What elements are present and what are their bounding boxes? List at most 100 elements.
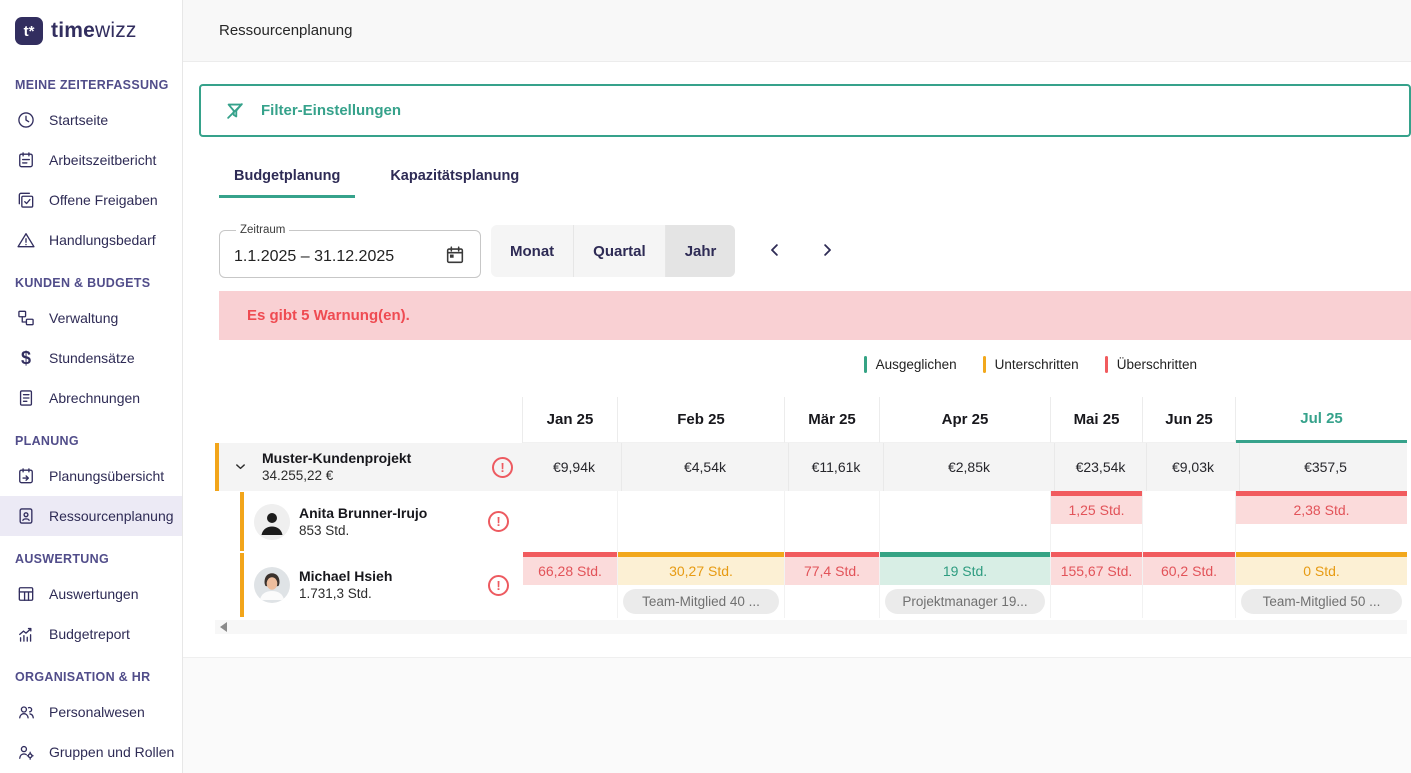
sidebar-item-ressourcenplanung[interactable]: Ressourcenplanung	[0, 496, 182, 536]
person-warning-icon[interactable]: !	[488, 575, 509, 596]
plan-cell	[785, 491, 880, 552]
project-warning-icon[interactable]: !	[492, 457, 513, 478]
section-label-auswertung: AUSWERTUNG	[0, 536, 182, 574]
tab-budgetplanung[interactable]: Budgetplanung	[219, 158, 355, 198]
sidebar: t* timewizz MEINE ZEITERFASSUNG Startsei…	[0, 0, 183, 773]
filter-settings-toggle[interactable]: Filter-Einstellungen	[199, 84, 1411, 137]
plan-cell	[523, 491, 618, 552]
sidebar-item-planungsuebersicht[interactable]: Planungsübersicht	[0, 456, 182, 496]
chevron-left-icon	[766, 241, 784, 259]
project-month-value[interactable]: €2,85k	[884, 443, 1055, 491]
date-range-field[interactable]: Zeitraum	[219, 224, 481, 278]
invoice-icon	[15, 387, 37, 409]
plan-band[interactable]: 2,38 Std.	[1236, 491, 1407, 524]
planning-table: Jan 25 Feb 25 Mär 25 Apr 25 Mai 25 Jun 2…	[215, 397, 1407, 634]
people-icon	[15, 701, 37, 723]
sidebar-item-startseite[interactable]: Startseite	[0, 100, 182, 140]
chevron-right-icon	[818, 241, 836, 259]
plan-band[interactable]: 77,4 Std.	[785, 552, 879, 585]
dollar-icon: $	[15, 347, 37, 369]
plan-band[interactable]: 30,27 Std.	[618, 552, 784, 585]
month-header-row: Jan 25 Feb 25 Mär 25 Apr 25 Mai 25 Jun 2…	[215, 397, 1407, 443]
project-info-cell: Muster-Kundenprojekt 34.255,22 € !	[219, 443, 527, 491]
info-column-header	[215, 397, 523, 443]
avatar-anita	[254, 504, 290, 540]
horizontal-scrollbar[interactable]	[215, 620, 1407, 634]
section-label-kunden-budgets: KUNDEN & BUDGETS	[0, 260, 182, 298]
topbar: Ressourcenplanung	[183, 0, 1411, 62]
sidebar-item-arbeitszeitbericht[interactable]: Arbeitszeitbericht	[0, 140, 182, 180]
period-button-quartal[interactable]: Quartal	[574, 225, 666, 277]
project-month-value[interactable]: €9,94k	[527, 443, 622, 491]
project-month-value[interactable]: €357,5	[1240, 443, 1411, 491]
sidebar-item-offene-freigaben[interactable]: Offene Freigaben	[0, 180, 182, 220]
section-label-zeiterfassung: MEINE ZEITERFASSUNG	[0, 62, 182, 100]
status-legend: Ausgeglichen Unterschritten Überschritte…	[183, 353, 1197, 375]
sidebar-item-auswertungen[interactable]: Auswertungen	[0, 574, 182, 614]
app-logo: t* timewizz	[0, 0, 182, 62]
plan-band[interactable]: 19 Std.	[880, 552, 1050, 585]
warning-banner-text: Es gibt 5 Warnung(en).	[247, 307, 410, 324]
sidebar-item-gruppen-und-rollen[interactable]: Gruppen und Rollen	[0, 732, 182, 772]
avatar-michael	[254, 567, 290, 603]
project-month-value[interactable]: €4,54k	[622, 443, 789, 491]
person-warning-icon[interactable]: !	[488, 511, 509, 532]
next-period-button[interactable]	[815, 239, 839, 263]
sidebar-item-verwaltung[interactable]: Verwaltung	[0, 298, 182, 338]
legend-item-ueberschritten: Überschritten	[1105, 356, 1197, 373]
scroll-left-icon[interactable]	[220, 622, 227, 632]
legend-item-unterschritten: Unterschritten	[983, 356, 1079, 373]
previous-period-button[interactable]	[763, 239, 787, 263]
report-icon	[15, 149, 37, 171]
plan-band[interactable]: 155,67 Std.	[1051, 552, 1142, 585]
plan-band[interactable]: 66,28 Std.	[523, 552, 617, 585]
page-title: Ressourcenplanung	[219, 22, 352, 39]
plan-cell: 155,67 Std.	[1051, 552, 1143, 618]
project-row[interactable]: Muster-Kundenprojekt 34.255,22 € ! €9,94…	[215, 443, 1407, 491]
tab-kapazitaetsplanung[interactable]: Kapazitätsplanung	[375, 158, 534, 198]
role-pill[interactable]: Team-Mitglied 50 ...	[1241, 589, 1402, 614]
month-header: Jan 25	[523, 397, 618, 443]
planning-calendar-icon	[15, 465, 37, 487]
project-name: Muster-Kundenprojekt	[262, 450, 411, 467]
sidebar-item-abrechnungen[interactable]: Abrechnungen	[0, 378, 182, 418]
date-range-input[interactable]	[234, 248, 414, 266]
month-header: Mär 25	[785, 397, 880, 443]
person-name: Anita Brunner-Irujo	[299, 505, 427, 522]
project-month-value[interactable]: €11,61k	[789, 443, 884, 491]
plan-band[interactable]: 60,2 Std.	[1143, 552, 1235, 585]
approvals-icon	[15, 189, 37, 211]
project-month-value[interactable]: €9,03k	[1147, 443, 1240, 491]
logo-badge-icon: t*	[15, 17, 43, 45]
sidebar-item-budgetreport[interactable]: Budgetreport	[0, 614, 182, 654]
filter-off-icon	[224, 100, 246, 122]
person-info-cell: Michael Hsieh 1.731,3 Std. !	[215, 552, 523, 618]
chevron-down-icon[interactable]	[233, 459, 249, 475]
warning-triangle-icon	[15, 229, 37, 251]
plan-cell: 60,2 Std.	[1143, 552, 1236, 618]
plan-band[interactable]: 1,25 Std.	[1051, 491, 1142, 524]
sidebar-item-handlungsbedarf[interactable]: Handlungsbedarf	[0, 220, 182, 260]
month-header: Apr 25	[880, 397, 1051, 443]
role-pill[interactable]: Projektmanager 19...	[885, 589, 1045, 614]
calendar-icon[interactable]	[442, 244, 468, 270]
date-range-label: Zeitraum	[236, 224, 289, 236]
sidebar-item-personalwesen[interactable]: Personalwesen	[0, 692, 182, 732]
person-row-michael[interactable]: Michael Hsieh 1.731,3 Std. ! 66,28 Std. …	[215, 552, 1407, 618]
red-bar-icon	[1105, 356, 1108, 373]
warning-banner: Es gibt 5 Warnung(en).	[219, 291, 1411, 340]
section-label-planung: PLANUNG	[0, 418, 182, 456]
plan-cell: 19 Std. Projektmanager 19...	[880, 552, 1051, 618]
project-name-block: Muster-Kundenprojekt 34.255,22 €	[262, 450, 411, 484]
tab-bar: Budgetplanung Kapazitätsplanung	[219, 158, 1411, 198]
project-total: 34.255,22 €	[262, 467, 411, 484]
indent-status-bar	[240, 553, 244, 617]
role-pill[interactable]: Team-Mitglied 40 ...	[623, 589, 779, 614]
person-row-anita[interactable]: Anita Brunner-Irujo 853 Std. ! 1,25 Std.…	[215, 491, 1407, 552]
sidebar-item-stundensaetze[interactable]: $ Stundensätze	[0, 338, 182, 378]
period-button-monat[interactable]: Monat	[491, 225, 574, 277]
project-month-value[interactable]: €23,54k	[1055, 443, 1147, 491]
month-header-current: Jul 25	[1236, 397, 1407, 443]
plan-band[interactable]: 0 Std.	[1236, 552, 1407, 585]
period-button-jahr[interactable]: Jahr	[666, 225, 736, 277]
